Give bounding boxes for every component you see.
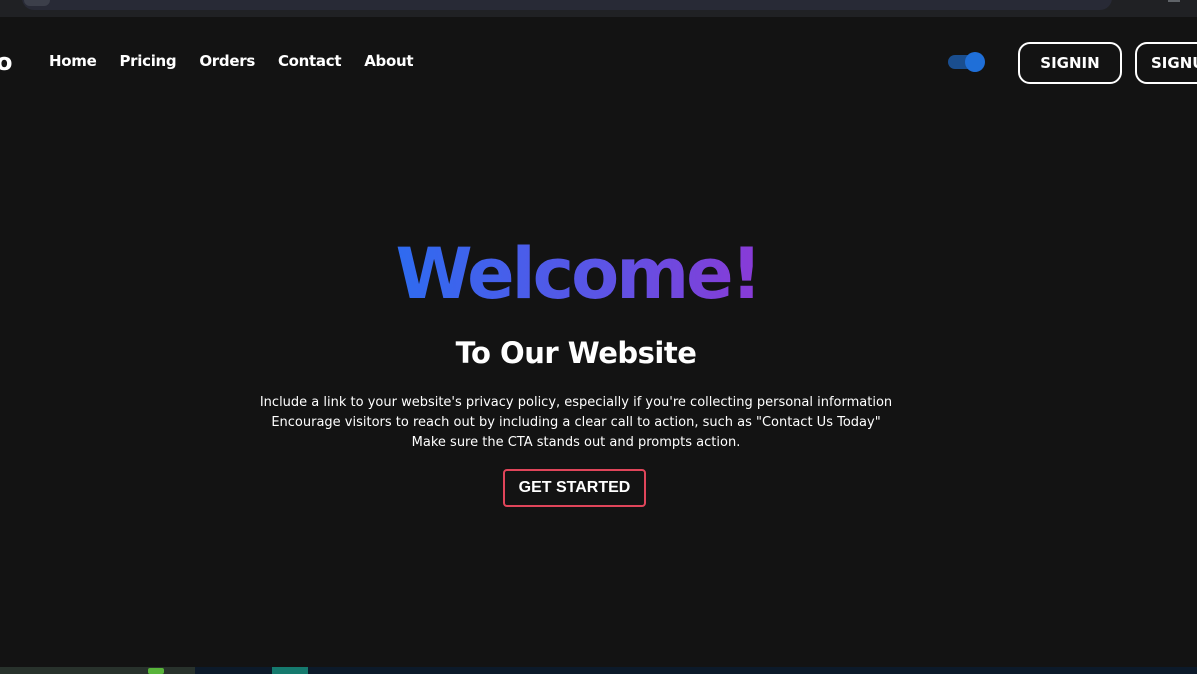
browser-top-strip <box>0 0 1197 17</box>
site-info-icon[interactable] <box>24 0 50 6</box>
hero-description: Include a link to your website's privacy… <box>0 393 1152 453</box>
signin-button[interactable]: SIGNIN <box>1018 42 1122 84</box>
nav-contact[interactable]: Contact <box>278 52 342 70</box>
signup-button[interactable]: SIGNU <box>1135 42 1197 84</box>
nav-pricing[interactable]: Pricing <box>119 52 176 70</box>
taskbar-item[interactable] <box>0 667 195 674</box>
get-started-button[interactable]: GET STARTED <box>503 469 646 507</box>
taskbar-app-icon[interactable] <box>148 668 164 674</box>
hero-subtitle: To Our Website <box>455 336 697 370</box>
nav-orders[interactable]: Orders <box>199 52 255 70</box>
main-nav: Home Pricing Orders Contact About <box>49 52 414 70</box>
taskbar-item[interactable] <box>272 667 308 674</box>
hero-line: Encourage visitors to reach out by inclu… <box>271 415 881 430</box>
hero-title: Welcome! <box>0 232 1155 316</box>
window-control-icon[interactable] <box>1168 0 1180 2</box>
hero-title-text: Welcome! <box>395 233 762 315</box>
address-bar[interactable] <box>22 0 1112 10</box>
nav-home[interactable]: Home <box>49 52 97 70</box>
logo[interactable]: o <box>0 48 13 76</box>
theme-toggle[interactable] <box>948 52 985 72</box>
taskbar <box>0 667 1197 674</box>
hero-line: Make sure the CTA stands out and prompts… <box>411 435 741 450</box>
hero-line: Include a link to your website's privacy… <box>259 395 893 410</box>
toggle-knob[interactable] <box>965 52 985 72</box>
nav-about[interactable]: About <box>364 52 413 70</box>
